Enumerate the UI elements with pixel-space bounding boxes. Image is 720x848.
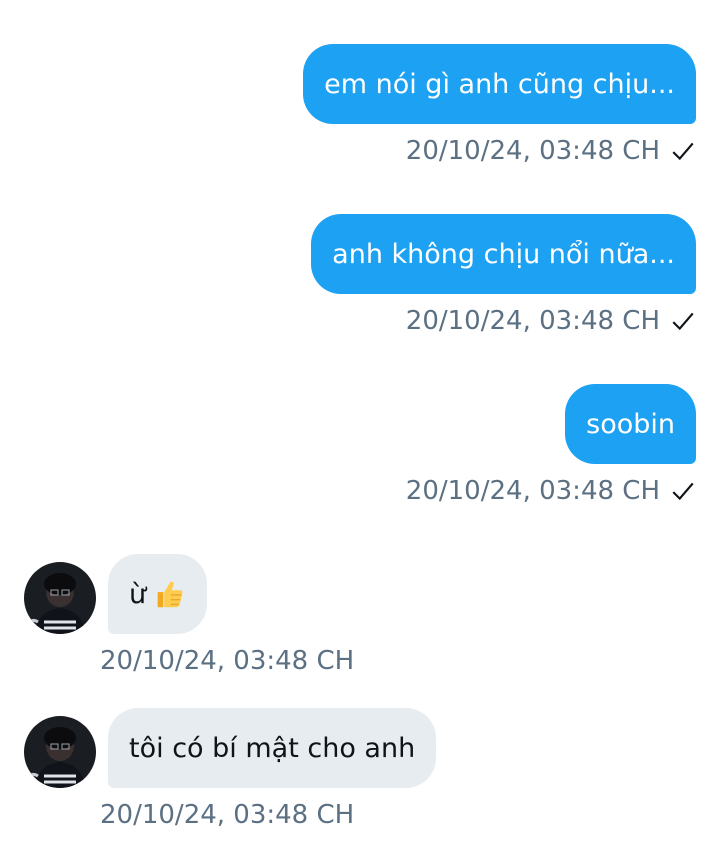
- message-timestamp: 20/10/24, 03:48 CH: [100, 800, 355, 830]
- message-text: ừ: [129, 578, 147, 610]
- user-avatar[interactable]: [24, 562, 96, 634]
- message-meta: 20/10/24, 03:48 CH: [100, 800, 354, 830]
- message-meta: 20/10/24, 03:48 CH: [100, 646, 354, 676]
- checkmark-icon: [672, 312, 694, 331]
- thumbs-up-emoji: [157, 581, 183, 608]
- avatar-image: [24, 716, 96, 788]
- user-avatar[interactable]: [24, 716, 96, 788]
- message-timestamp: 20/10/24, 03:48 CH: [405, 306, 660, 336]
- outgoing-message[interactable]: soobin: [565, 384, 696, 464]
- message-timestamp: 20/10/24, 03:48 CH: [405, 476, 660, 506]
- checkmark-icon: [672, 142, 694, 161]
- message-meta: 20/10/24, 03:48 CH: [406, 476, 696, 506]
- outgoing-message[interactable]: anh không chịu nổi nữa...: [311, 214, 696, 294]
- message-text: soobin: [586, 408, 675, 440]
- message-text: em nói gì anh cũng chịu...: [324, 68, 675, 100]
- checkmark-icon: [672, 482, 694, 501]
- incoming-message[interactable]: ừ: [108, 554, 208, 634]
- outgoing-message[interactable]: em nói gì anh cũng chịu...: [303, 44, 696, 124]
- avatar-image: [24, 562, 96, 634]
- message-timestamp: 20/10/24, 03:48 CH: [100, 646, 355, 676]
- message-timestamp: 20/10/24, 03:48 CH: [405, 136, 660, 166]
- message-text: anh không chịu nổi nữa...: [332, 238, 675, 270]
- message-text: tôi có bí mật cho anh: [129, 732, 416, 764]
- incoming-message[interactable]: tôi có bí mật cho anh: [108, 708, 437, 788]
- message-meta: 20/10/24, 03:48 CH: [406, 306, 696, 336]
- message-meta: 20/10/24, 03:48 CH: [406, 136, 696, 166]
